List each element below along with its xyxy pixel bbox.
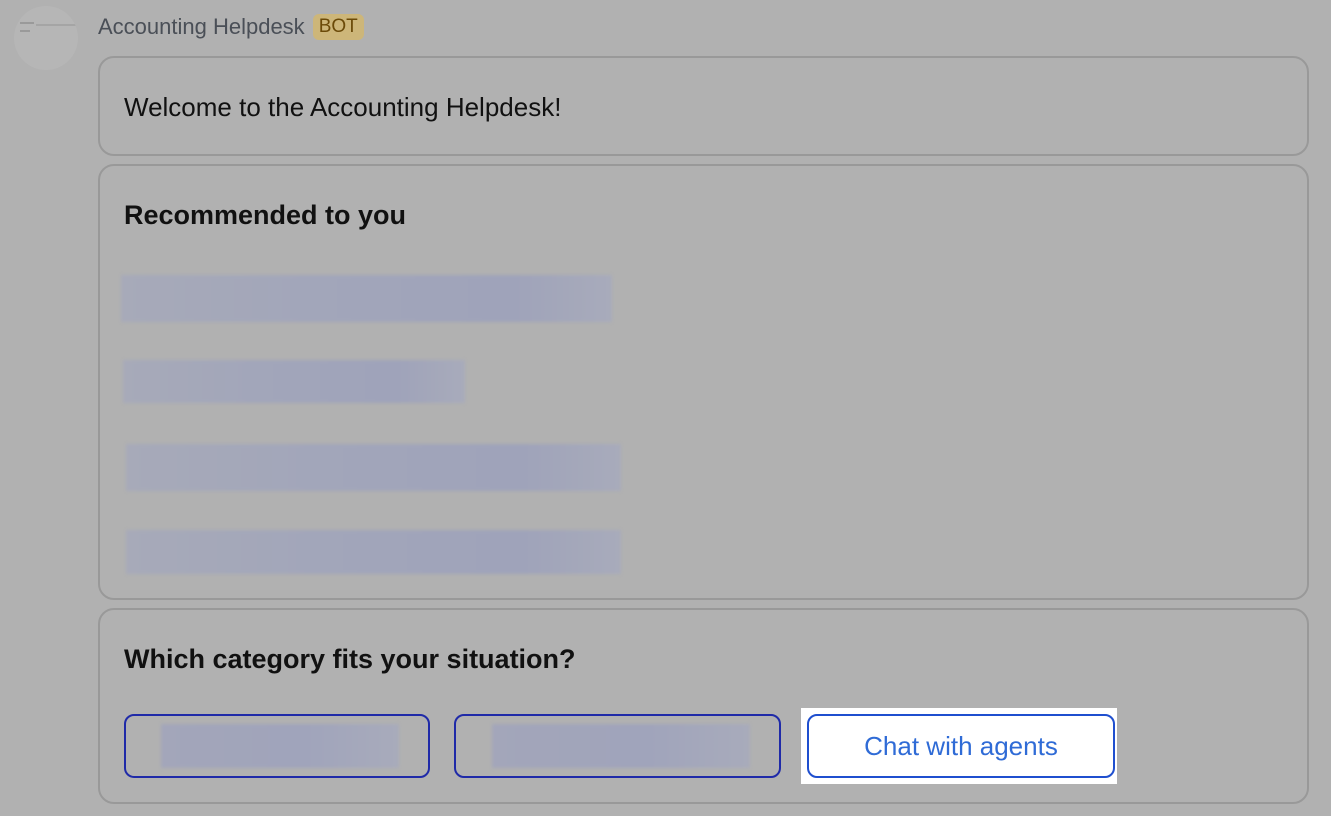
recommended-title: Recommended to you (124, 200, 407, 230)
bot-avatar (14, 6, 78, 70)
category-option-2-button[interactable] (454, 714, 781, 778)
welcome-card: Welcome to the Accounting Helpdesk! (98, 56, 1309, 156)
bot-name: Accounting Helpdesk (98, 14, 305, 39)
category-option-1-label (161, 724, 399, 768)
category-option-2-label (492, 724, 750, 768)
recommended-item-4[interactable] (126, 530, 621, 574)
welcome-text: Welcome to the Accounting Helpdesk! (124, 92, 562, 122)
bot-badge: BOT (312, 14, 364, 40)
message-header: Accounting Helpdesk BOT (98, 10, 364, 44)
chat-button-highlight: Chat with agents (801, 708, 1117, 784)
category-title: Which category fits your situation? (124, 644, 576, 674)
category-card: Which category fits your situation? Chat… (98, 608, 1309, 804)
recommended-item-1[interactable] (121, 275, 612, 322)
chat-with-agents-button[interactable]: Chat with agents (807, 714, 1115, 778)
recommended-card: Recommended to you (98, 164, 1309, 600)
recommended-item-3[interactable] (126, 444, 621, 491)
recommended-item-2[interactable] (123, 360, 465, 403)
category-option-1-button[interactable] (124, 714, 430, 778)
